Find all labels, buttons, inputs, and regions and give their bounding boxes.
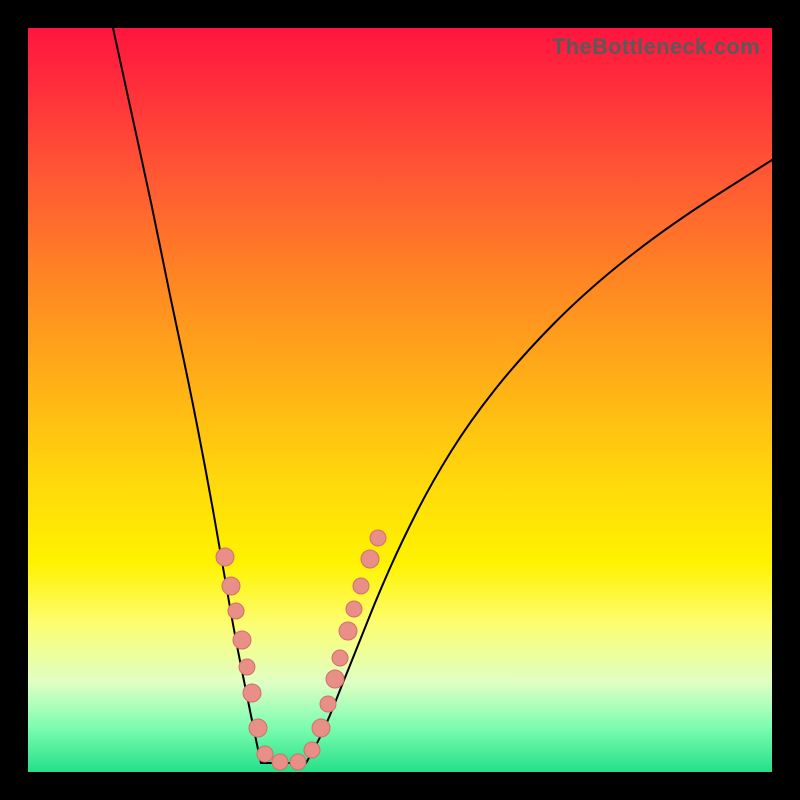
marker-dot [361,550,379,568]
marker-dot [216,548,234,566]
marker-group [216,530,386,770]
marker-dot [320,696,336,712]
marker-dot [272,754,288,770]
chart-frame: TheBottleneck.com [0,0,800,800]
chart-svg [28,28,772,772]
marker-dot [339,622,357,640]
marker-dot [332,650,348,666]
curve-left [113,28,261,763]
marker-dot [353,578,369,594]
marker-dot [304,742,320,758]
marker-dot [233,631,251,649]
curve-right [306,160,772,763]
marker-dot [222,577,240,595]
marker-dot [290,754,306,770]
marker-dot [326,670,344,688]
marker-dot [239,659,255,675]
marker-dot [312,719,330,737]
marker-dot [257,746,273,762]
marker-dot [346,601,362,617]
marker-dot [370,530,386,546]
plot-area: TheBottleneck.com [28,28,772,772]
marker-dot [228,603,244,619]
marker-dot [249,719,267,737]
marker-dot [243,684,261,702]
